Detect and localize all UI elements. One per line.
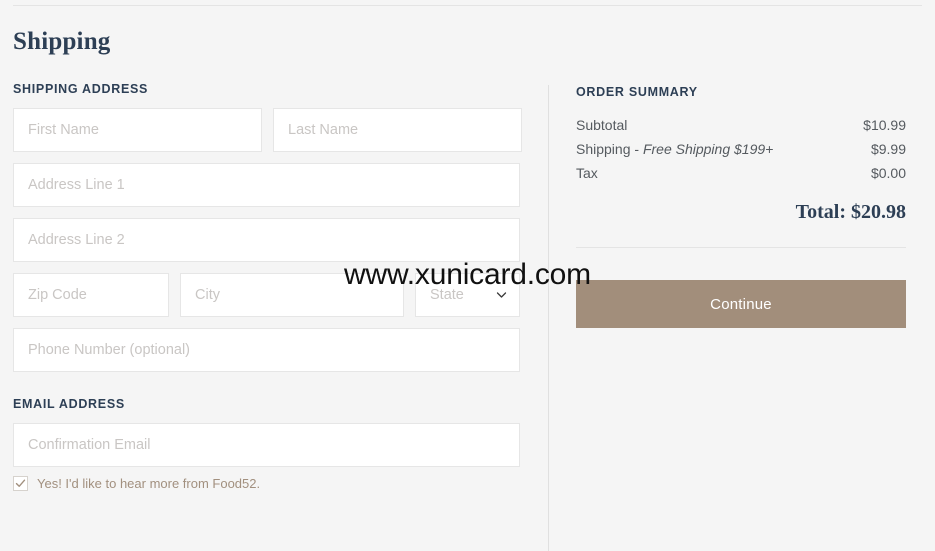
phone-number-input[interactable] bbox=[13, 327, 520, 372]
checkout-page: Shipping SHIPPING ADDRESS First Name Las… bbox=[0, 0, 935, 551]
confirmation-email-input[interactable] bbox=[13, 422, 520, 467]
summary-label-shipping-text: Shipping - bbox=[576, 141, 643, 157]
summary-row-shipping: Shipping - Free Shipping $199+ $9.99 bbox=[576, 141, 906, 157]
newsletter-checkbox-label: Yes! I'd like to hear more from Food52. bbox=[37, 475, 261, 491]
summary-divider bbox=[576, 247, 906, 248]
email-address-section: EMAIL ADDRESS Yes! I'd like to hear more… bbox=[13, 397, 533, 491]
address-line-1-input[interactable] bbox=[13, 162, 520, 207]
state-select[interactable] bbox=[415, 272, 520, 317]
top-divider bbox=[13, 5, 922, 6]
continue-button[interactable]: Continue bbox=[576, 280, 906, 328]
city-state-zip-row bbox=[13, 272, 533, 317]
newsletter-checkbox[interactable] bbox=[13, 475, 28, 491]
address-1-row bbox=[13, 162, 533, 207]
order-total: Total: $20.98 bbox=[795, 201, 906, 223]
summary-label-tax: Tax bbox=[576, 165, 598, 181]
summary-amount-subtotal: $10.99 bbox=[863, 117, 906, 133]
newsletter-optin-row[interactable]: Yes! I'd like to hear more from Food52. bbox=[13, 475, 533, 491]
first-name-input[interactable] bbox=[13, 107, 262, 152]
order-summary-column: ORDER SUMMARY Subtotal $10.99 Shipping -… bbox=[576, 85, 906, 328]
order-summary-label: ORDER SUMMARY bbox=[576, 85, 698, 99]
check-icon bbox=[15, 479, 26, 487]
summary-label-shipping: Shipping - Free Shipping $199+ bbox=[576, 141, 773, 157]
email-address-label: EMAIL ADDRESS bbox=[13, 396, 125, 411]
zip-code-input[interactable] bbox=[13, 272, 169, 317]
shipping-form-column: Shipping SHIPPING ADDRESS First Name Las… bbox=[13, 28, 533, 491]
summary-shipping-note: Free Shipping $199+ bbox=[642, 141, 774, 157]
summary-amount-shipping: $9.99 bbox=[870, 141, 906, 157]
summary-amount-tax: $0.00 bbox=[870, 165, 906, 181]
last-name-input[interactable] bbox=[273, 107, 522, 152]
summary-row-subtotal: Subtotal $10.99 bbox=[576, 117, 906, 133]
page-title: Shipping bbox=[13, 28, 111, 55]
phone-row bbox=[13, 327, 533, 372]
city-input[interactable] bbox=[180, 272, 404, 317]
address-line-2-input[interactable] bbox=[13, 217, 520, 262]
summary-row-tax: Tax $0.00 bbox=[576, 165, 906, 181]
state-select-wrapper[interactable] bbox=[415, 272, 520, 317]
name-row bbox=[13, 107, 533, 152]
shipping-address-label: SHIPPING ADDRESS bbox=[13, 81, 149, 96]
summary-label-subtotal: Subtotal bbox=[576, 117, 628, 133]
address-2-row bbox=[13, 217, 533, 262]
column-divider bbox=[548, 85, 549, 551]
